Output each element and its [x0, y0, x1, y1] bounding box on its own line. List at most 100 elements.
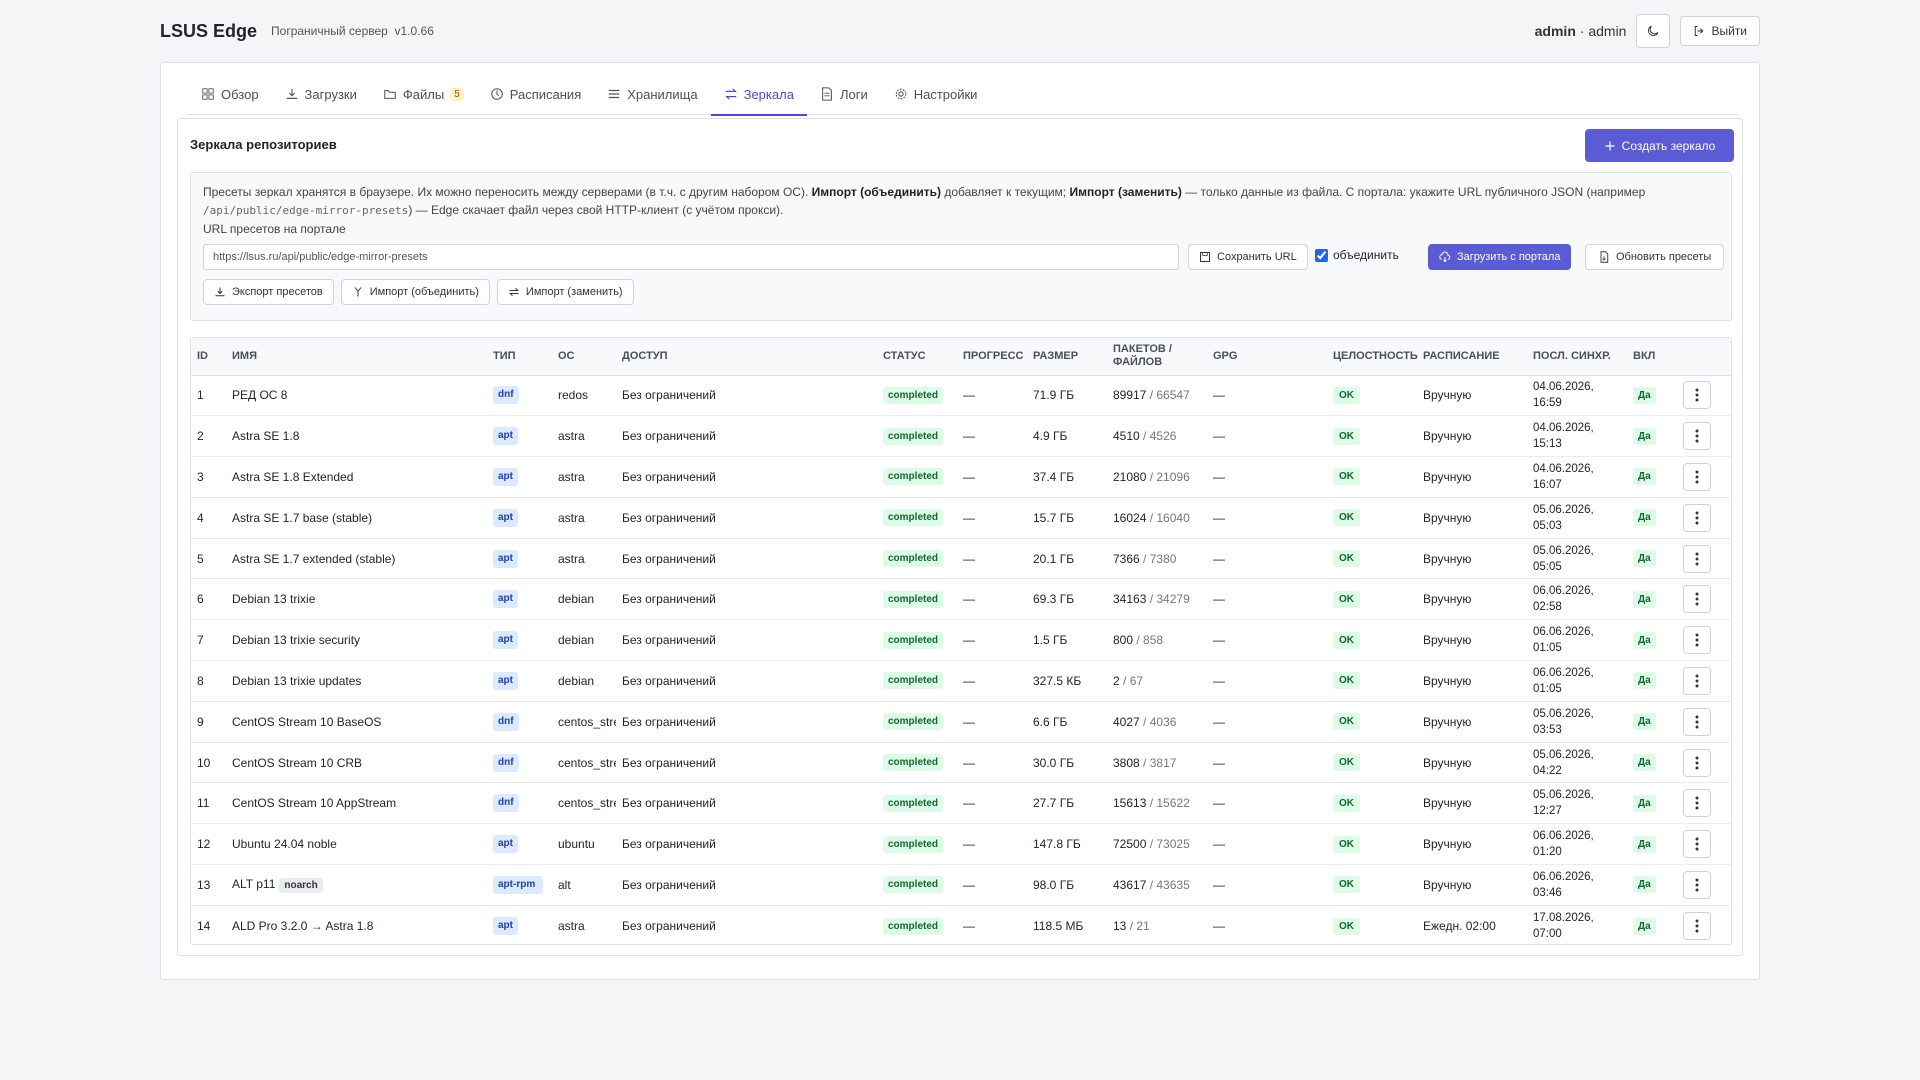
kebab-menu-icon — [1695, 552, 1699, 566]
kebab-menu-icon — [1695, 429, 1699, 443]
arrows-icon — [724, 88, 737, 100]
row-name: Debian 13 trixie — [226, 578, 487, 621]
refresh-presets-button[interactable]: Обновить пресеты — [1585, 244, 1725, 270]
table-row[interactable]: 9CentOS Stream 10 BaseOS dnf centos_stream… — [191, 701, 1731, 743]
row-schedule: Вручную — [1417, 782, 1527, 825]
row-os: alt — [552, 864, 616, 906]
row-enabled: Да — [1627, 415, 1677, 458]
clock-icon — [490, 88, 503, 100]
row-menu-button[interactable] — [1683, 381, 1711, 410]
row-integrity: OK — [1327, 660, 1417, 702]
status-badge: completed — [883, 590, 944, 608]
table-row[interactable]: 11 CentOS Stream 10 AppStream dnf centos_st… — [191, 782, 1731, 825]
row-type: apt — [487, 497, 552, 539]
row-type: dnf — [487, 375, 552, 417]
logout-button[interactable]: Выйти — [1680, 16, 1760, 46]
merge-checkbox[interactable] — [1315, 248, 1328, 262]
tab-mirrors[interactable]: Зеркала — [710, 73, 808, 116]
row-size: 98.0 ГБ — [1027, 864, 1107, 906]
row-integrity: OK — [1327, 578, 1417, 621]
row-menu-button[interactable] — [1683, 789, 1711, 818]
table-row[interactable]: 1 РЕД ОС 8 dnf redos Без ограничений complete… — [191, 375, 1731, 417]
row-schedule: Вручную — [1417, 538, 1527, 580]
type-badge: apt — [493, 467, 518, 486]
theme-toggle-button[interactable] — [1636, 14, 1671, 48]
merge-checkbox-label[interactable]: объединить — [1315, 248, 1399, 262]
row-enabled: Да — [1627, 538, 1677, 580]
table-row[interactable]: 8 Debian 13 trixie updates apt debian Без ог… — [191, 660, 1731, 702]
type-badge: apt — [493, 549, 518, 568]
tab-files[interactable]: Файлы 5 — [370, 73, 477, 115]
row-menu-button[interactable] — [1683, 585, 1711, 614]
table-row[interactable]: 14 ALD Pro 3.2.0 → Astra 1.8 apt astra Без о… — [191, 905, 1731, 944]
row-size: 37.4 ГБ — [1027, 456, 1107, 498]
tab-logs[interactable]: Логи — [807, 73, 881, 115]
row-integrity: OK — [1327, 619, 1417, 662]
row-progress: — — [957, 660, 1027, 702]
row-name: Astra SE 1.7 base (stable) — [226, 497, 487, 539]
row-os: redos — [552, 375, 616, 417]
row-last-sync: 05.06.2026, 05:03 — [1527, 497, 1627, 539]
row-progress: — — [957, 538, 1027, 580]
grid-icon — [202, 88, 214, 100]
tab-settings[interactable]: Настройки — [881, 73, 991, 115]
row-menu-button[interactable] — [1683, 462, 1711, 491]
row-menu-button[interactable] — [1683, 748, 1711, 777]
table-row[interactable]: 13 ALT p11 noarch apt-rpm alt Без ограничений… — [191, 864, 1731, 906]
load-from-portal-button[interactable]: Загрузить с портала — [1428, 244, 1572, 270]
row-integrity: OK — [1327, 823, 1417, 866]
row-gpg: — — [1207, 415, 1327, 458]
row-menu-button[interactable] — [1683, 626, 1711, 655]
table-row[interactable]: 12 Ubuntu 24.04 noble apt ubuntu Без огранич… — [191, 823, 1731, 866]
table-row[interactable]: 2 Astra SE 1.8 apt astra Без ограничений comp… — [191, 415, 1731, 458]
table-row[interactable]: 6 Debian 13 trixie apt debian Без ограничени… — [191, 578, 1731, 621]
cloud-download-icon — [1439, 251, 1451, 263]
status-badge: completed — [883, 386, 944, 404]
table-header-row: ID Имя Тип ОС Доступ Статус Прогресс Раз… — [191, 338, 1731, 376]
import-replace-button[interactable]: Импорт (заменить) — [496, 279, 634, 305]
portal-url-input[interactable] — [203, 244, 1179, 270]
create-mirror-button[interactable]: Создать зеркало — [1585, 129, 1734, 162]
row-menu-button[interactable] — [1683, 544, 1711, 573]
row-os: debian — [552, 578, 616, 621]
row-id: 9 — [191, 701, 226, 743]
table-row[interactable]: 5 Astra SE 1.7 extended (stable) apt astra Б… — [191, 538, 1731, 580]
row-menu-button[interactable] — [1683, 707, 1711, 736]
tab-overview[interactable]: Обзор — [188, 73, 272, 115]
row-type: apt — [487, 538, 552, 580]
row-menu-button[interactable] — [1683, 830, 1711, 859]
enabled-badge: Да — [1633, 631, 1656, 649]
row-menu-button[interactable] — [1683, 912, 1711, 940]
row-enabled: Да — [1627, 782, 1677, 825]
import-merge-button[interactable]: Импорт (объединить) — [340, 279, 490, 305]
row-menu-button[interactable] — [1683, 870, 1711, 899]
row-menu-button[interactable] — [1683, 503, 1711, 532]
tab-downloads[interactable]: Загрузки — [272, 73, 370, 115]
row-gpg: — — [1207, 864, 1327, 906]
table-row[interactable]: 3 Astra SE 1.8 Extended apt astra Без ограни… — [191, 456, 1731, 498]
row-menu-button[interactable] — [1683, 666, 1711, 695]
tab-schedules[interactable]: Расписания — [477, 73, 594, 115]
enabled-badge: Да — [1633, 509, 1656, 527]
row-status: completed — [877, 660, 957, 702]
row-id: 7 — [191, 619, 226, 662]
row-packages: 7366 / 7380 — [1107, 538, 1207, 580]
row-enabled: Да — [1627, 497, 1677, 539]
kebab-menu-icon — [1695, 756, 1699, 770]
save-url-button[interactable]: Сохранить URL — [1188, 244, 1308, 270]
row-gpg: — — [1207, 375, 1327, 417]
table-row[interactable]: 4 Astra SE 1.7 base (stable) apt astra Без о… — [191, 497, 1731, 539]
row-menu-button[interactable] — [1683, 422, 1711, 451]
export-presets-button[interactable]: Экспорт пресетов — [203, 279, 334, 305]
integrity-badge: OK — [1333, 754, 1360, 772]
row-access: Без ограничений — [616, 823, 877, 866]
integrity-badge: OK — [1333, 427, 1360, 445]
col-integrity: Целостность — [1327, 338, 1418, 376]
table-row[interactable]: 7 Debian 13 trixie security apt debian Без о… — [191, 619, 1731, 662]
row-schedule: Вручную — [1417, 864, 1527, 906]
integrity-badge: OK — [1333, 876, 1360, 894]
row-id: 10 — [191, 742, 226, 784]
arch-tag: noarch — [279, 877, 323, 893]
table-row[interactable]: 10CentOS Stream 10 CRB dnf centos_streamБе… — [191, 742, 1731, 784]
tab-storages[interactable]: Хранилища — [594, 73, 710, 115]
